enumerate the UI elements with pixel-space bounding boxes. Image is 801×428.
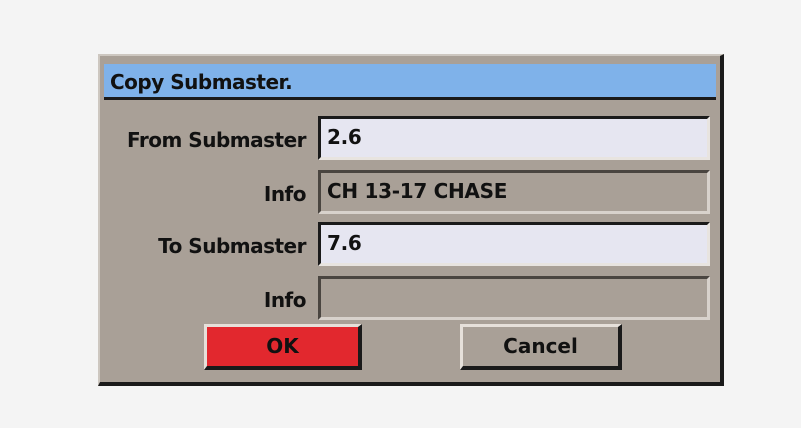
from-submaster-label: From Submaster	[127, 128, 306, 152]
ok-button[interactable]: OK	[204, 324, 362, 370]
to-info-field	[318, 276, 710, 320]
dialog-title-bar: Copy Submaster.	[104, 64, 716, 100]
from-submaster-input[interactable]: 2.6	[318, 116, 710, 160]
to-submaster-input[interactable]: 7.6	[318, 222, 710, 266]
from-info-field: CH 13-17 CHASE	[318, 170, 710, 214]
to-info-label: Info	[263, 288, 307, 312]
cancel-button[interactable]: Cancel	[460, 324, 622, 370]
to-submaster-label: To Submaster	[158, 234, 306, 258]
dialog-title: Copy Submaster.	[110, 70, 293, 94]
copy-submaster-dialog: Copy Submaster. From Submaster 2.6 Info …	[98, 54, 724, 386]
from-info-label: Info	[263, 182, 307, 206]
